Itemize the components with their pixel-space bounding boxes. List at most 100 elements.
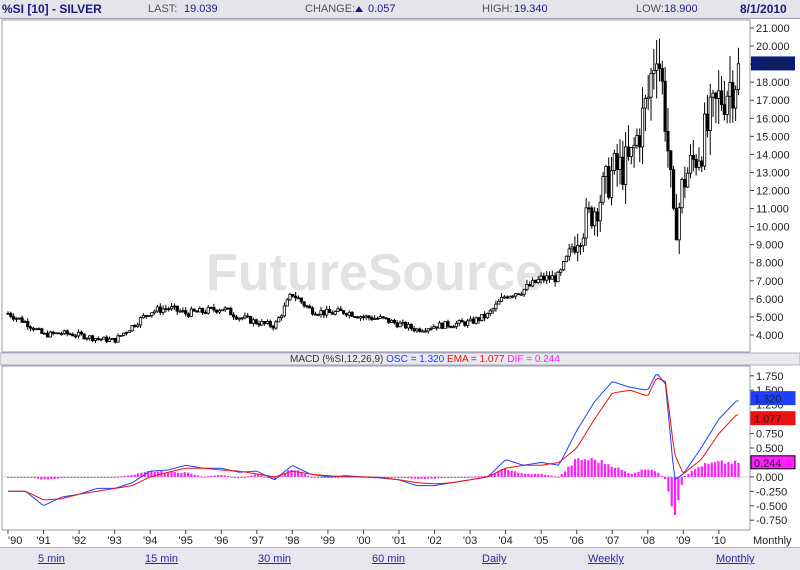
dif-bar — [457, 476, 460, 478]
candle-body — [356, 316, 360, 319]
timeframe-monthly[interactable]: Monthly — [716, 553, 755, 565]
dif-bar — [36, 476, 40, 479]
candle-body — [93, 338, 98, 341]
candle-body — [373, 317, 377, 320]
candle-body — [530, 279, 535, 287]
dif-bar — [583, 459, 587, 477]
candle-body — [237, 317, 241, 320]
dif-bar — [550, 475, 553, 477]
price-y-tick: 18.000 — [756, 77, 790, 89]
candle-body — [51, 331, 55, 334]
candle-body — [660, 68, 664, 82]
dif-bar — [707, 463, 710, 477]
candle-body — [443, 321, 447, 329]
dif-bar — [683, 475, 687, 477]
dif-bar — [677, 476, 680, 501]
dif-bar — [243, 476, 246, 478]
candle-body — [161, 308, 165, 313]
candle-body — [674, 207, 678, 241]
macd-y-tick: 0.750 — [756, 429, 784, 441]
timeframe-15min[interactable]: 15 min — [145, 553, 178, 565]
macd-y-tick: 1.750 — [756, 371, 784, 383]
dif-bar — [437, 476, 440, 479]
candle-body — [440, 322, 444, 329]
timeframe-5min[interactable]: 5 min — [38, 553, 65, 565]
dif-bar — [410, 476, 413, 479]
candle-body — [14, 317, 19, 320]
x-axis-label: '00 — [356, 535, 370, 547]
timeframe-weekly[interactable]: Weekly — [588, 553, 624, 565]
macd-dif-label: DIF = 0.244 — [507, 354, 560, 365]
price-panel-frame — [1, 19, 751, 353]
candle-body — [576, 245, 580, 253]
price-y-tick: 7.000 — [756, 276, 784, 288]
candle-body — [57, 332, 61, 335]
candle-body — [734, 89, 738, 109]
candle-body — [147, 315, 151, 318]
dif-bar — [96, 476, 100, 478]
dif-bar — [657, 472, 660, 477]
candle-body — [102, 336, 106, 340]
dif-bar — [177, 472, 180, 477]
candle-body — [483, 313, 487, 319]
x-axis-label: '98 — [285, 535, 299, 547]
symbol-title: %SI [10] - SILVER — [2, 2, 102, 16]
candle-body — [463, 321, 467, 326]
dif-bar — [13, 476, 16, 478]
dif-bar — [563, 471, 567, 477]
dif-bar — [647, 469, 650, 477]
candle-body — [282, 305, 286, 317]
candle-body — [310, 307, 315, 315]
dif-bar — [430, 476, 433, 479]
candle-body — [680, 179, 684, 209]
dif-bar — [263, 476, 266, 478]
low-label: LOW: — [636, 3, 664, 15]
dif-bar — [106, 476, 110, 478]
candle-body — [437, 322, 442, 329]
candle-body — [169, 306, 174, 310]
dif-bar — [197, 475, 200, 477]
candle-body — [528, 284, 532, 287]
dif-bar — [253, 474, 256, 477]
candle-body — [736, 63, 741, 91]
candle-body — [342, 310, 346, 315]
candle-body — [370, 317, 374, 320]
candle-body — [260, 321, 264, 326]
candle-body — [271, 325, 275, 329]
dif-tag-text: 0.244 — [754, 458, 782, 470]
x-axis-label: '96 — [214, 535, 228, 547]
candle-body — [243, 315, 247, 319]
candle-body — [451, 326, 456, 329]
dif-bar — [734, 460, 737, 477]
macd-y-tick: 0.000 — [756, 472, 784, 484]
price-y-tick: 20.000 — [756, 41, 790, 53]
dif-bar — [530, 474, 533, 477]
candle-body — [206, 306, 210, 314]
candle-body — [26, 321, 30, 328]
candle-body — [725, 95, 729, 115]
x-axis-label: '95 — [179, 535, 193, 547]
dif-bar — [650, 469, 653, 477]
timeframe-daily[interactable]: Daily — [482, 553, 506, 565]
candle-body — [649, 73, 653, 98]
timeframe-60min[interactable]: 60 min — [372, 553, 405, 565]
candle-body — [466, 320, 470, 326]
candle-body — [254, 319, 258, 325]
candle-body — [327, 308, 332, 314]
candle-body — [590, 207, 594, 227]
dif-bar — [387, 476, 390, 478]
dif-bar — [110, 476, 113, 478]
ema-tag-text: 1.077 — [754, 414, 782, 426]
candle-body — [138, 317, 143, 326]
candle-body — [40, 328, 44, 334]
candle-body — [717, 90, 721, 99]
timeframe-30min[interactable]: 30 min — [258, 553, 291, 565]
dif-bar — [663, 476, 667, 480]
dif-bar — [63, 476, 66, 478]
candle-body — [519, 293, 523, 296]
dif-bar — [100, 476, 103, 478]
candle-body — [248, 316, 253, 324]
dif-bar — [407, 476, 410, 479]
candle-body — [728, 82, 732, 97]
x-axis-label: '04 — [498, 535, 512, 547]
